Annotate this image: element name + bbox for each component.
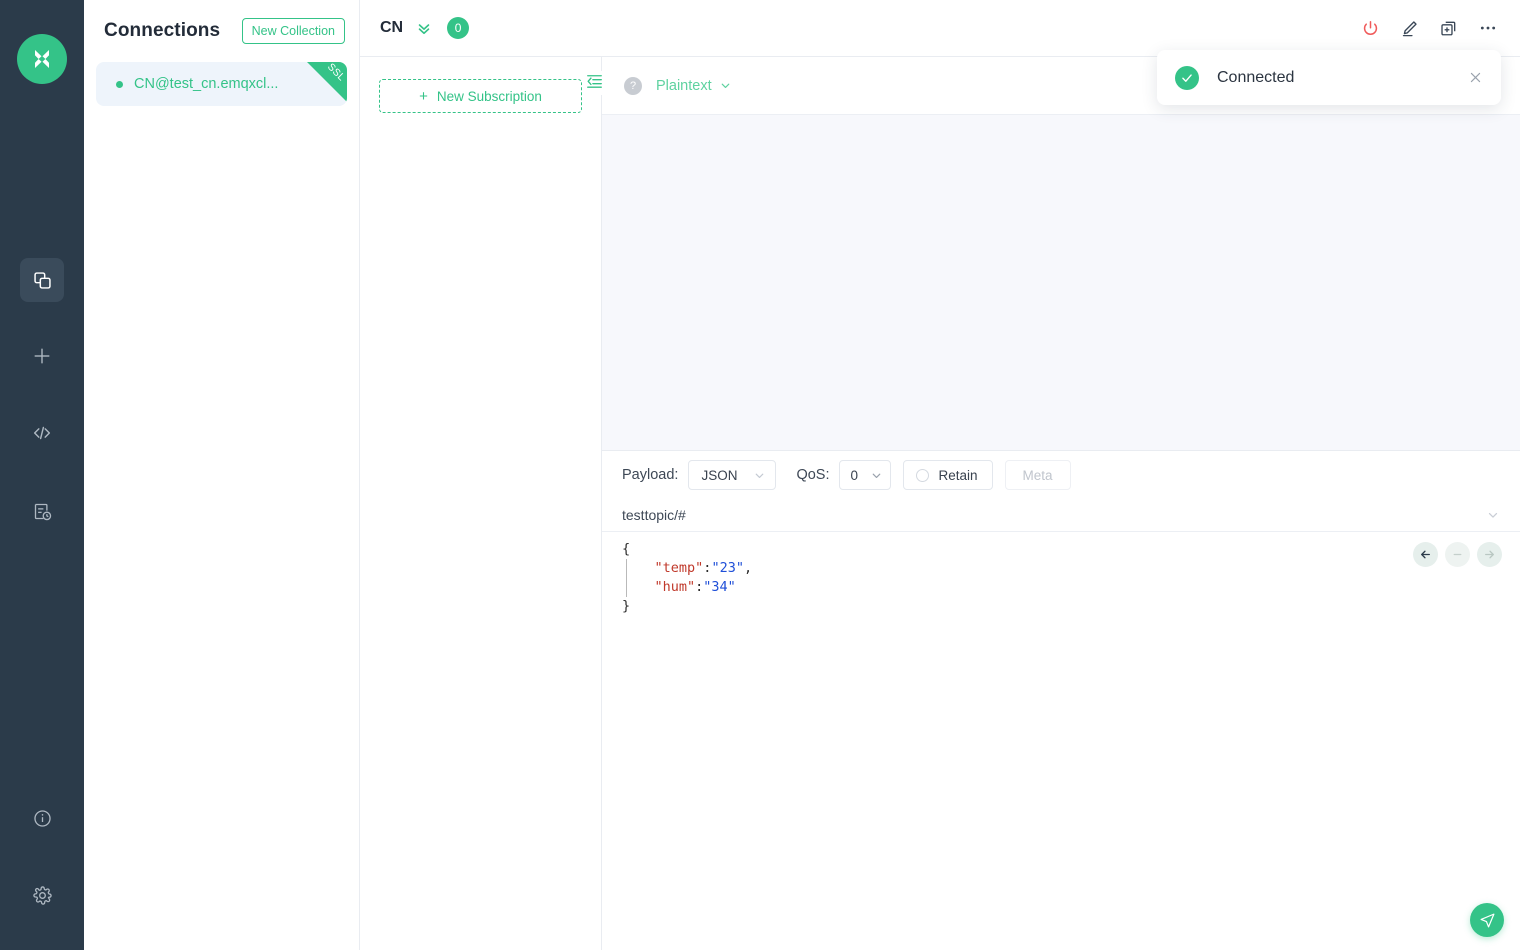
topic-input[interactable]: testtopic/# — [622, 507, 1486, 523]
payload-code-line: "hum":"34" — [654, 578, 736, 595]
retain-checkbox[interactable]: Retain — [903, 460, 993, 490]
payload-label: Payload: — [622, 467, 679, 483]
sidebar-item-scripts[interactable] — [20, 411, 64, 455]
close-icon[interactable] — [1468, 70, 1483, 85]
history-back-button[interactable] — [1413, 541, 1438, 567]
payload-code[interactable]: { "temp":"23", "hum":"34"} — [622, 540, 1520, 616]
meta-button[interactable]: Meta — [1004, 460, 1071, 490]
payload-editor[interactable]: { "temp":"23", "hum":"34"} — [602, 531, 1520, 950]
payload-type-value: JSON — [701, 467, 738, 483]
duplicate-add-icon[interactable] — [1439, 19, 1458, 38]
subscriptions-panel: + New Subscription — [360, 57, 602, 950]
toolbar-actions — [1361, 18, 1498, 38]
emqx-logo-icon — [17, 34, 67, 84]
send-message-button[interactable] — [1470, 903, 1504, 937]
chevron-down-icon — [873, 473, 881, 478]
sidebar-item-new-connection[interactable] — [20, 334, 64, 378]
more-options-icon[interactable] — [1478, 18, 1498, 38]
main-area: CN 0 + New Subscription ? Plaintext Payl… — [360, 0, 1520, 950]
connections-panel: Connections New Collection CN@test_cn.em… — [84, 0, 360, 950]
qos-value: 0 — [850, 467, 858, 483]
sidebar-item-connections[interactable] — [20, 258, 64, 302]
connections-header: Connections New Collection — [84, 0, 359, 62]
disconnect-power-icon[interactable] — [1361, 19, 1380, 38]
check-circle-icon — [1175, 65, 1199, 90]
connection-name: CN@test_cn.emqxcl... — [134, 76, 279, 92]
retain-label: Retain — [938, 467, 978, 483]
connection-toolbar: CN 0 — [360, 0, 1520, 57]
sidebar-item-about[interactable] — [20, 796, 64, 840]
active-connection-name: CN — [380, 19, 404, 36]
chevron-down-icon — [721, 83, 729, 88]
messages-area — [602, 115, 1520, 450]
payload-format-label: Plaintext — [656, 77, 712, 94]
collapse-panel-icon[interactable] — [585, 71, 604, 95]
message-count-badge: 0 — [447, 17, 470, 39]
publish-options-bar: Payload: JSON QoS: 0 Retain Meta — [602, 449, 1520, 500]
payload-code-line: { — [622, 540, 631, 557]
indent-guide — [626, 558, 627, 597]
plus-icon: + — [419, 87, 428, 105]
app-root: Connections New Collection CN@test_cn.em… — [0, 0, 1520, 950]
new-subscription-label: New Subscription — [436, 88, 542, 104]
payload-code-line: } — [622, 597, 631, 614]
history-forward-button[interactable] — [1477, 541, 1502, 567]
history-clear-button[interactable] — [1445, 541, 1470, 567]
chevron-double-down-icon[interactable] — [415, 19, 433, 37]
payload-type-select[interactable]: JSON — [688, 460, 777, 490]
new-collection-button[interactable]: New Collection — [241, 18, 345, 44]
question-mark-icon[interactable]: ? — [624, 76, 642, 95]
qos-select[interactable]: 0 — [839, 460, 892, 490]
connection-status-dot — [116, 80, 123, 88]
publish-topic-row[interactable]: testtopic/# — [602, 499, 1520, 532]
payload-format-selector[interactable]: Plaintext — [656, 78, 732, 94]
main-body: + New Subscription ? Plaintext Payload: … — [360, 57, 1520, 950]
connection-toast: Connected — [1157, 50, 1501, 105]
sidebar-item-log[interactable] — [20, 489, 64, 533]
payload-code-line: "temp":"23", — [654, 559, 753, 576]
list-item[interactable]: CN@test_cn.emqxcl... SSL — [96, 62, 347, 106]
edit-pencil-icon[interactable] — [1400, 19, 1419, 38]
conversation-panel: ? Plaintext Payload: JSON QoS: 0 Retain … — [585, 57, 1520, 950]
new-subscription-button[interactable]: + New Subscription — [379, 79, 582, 113]
chevron-down-icon[interactable] — [1486, 508, 1500, 522]
left-icon-rail — [0, 0, 84, 950]
radio-circle-icon — [916, 468, 930, 482]
connections-list: CN@test_cn.emqxcl... SSL — [84, 62, 359, 106]
toast-message: Connected — [1217, 68, 1295, 86]
sidebar-item-settings[interactable] — [20, 873, 64, 917]
page-title: Connections — [104, 20, 221, 41]
qos-label: QoS: — [796, 467, 830, 483]
chevron-down-icon — [756, 473, 764, 478]
history-nav-buttons — [1413, 541, 1502, 567]
